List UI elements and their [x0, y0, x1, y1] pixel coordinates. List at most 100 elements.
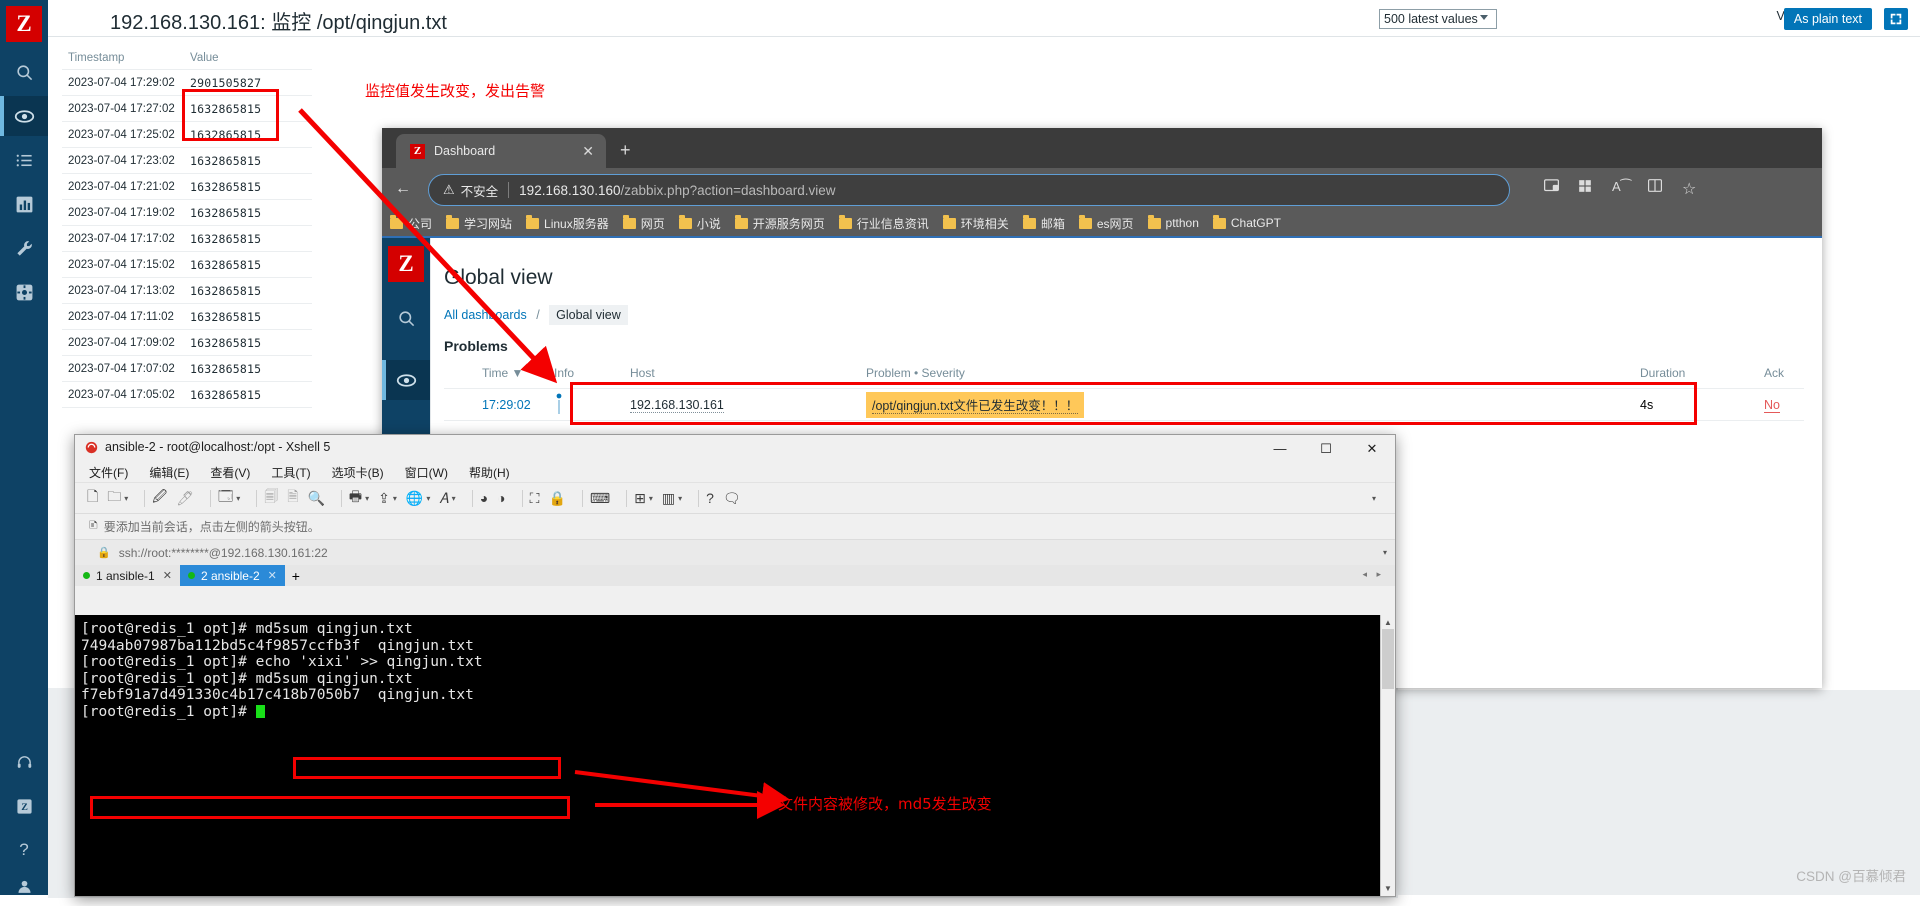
split-screen-icon[interactable] [1648, 179, 1662, 195]
breadcrumb-all-dashboards[interactable]: All dashboards [444, 308, 527, 322]
transfer-icon[interactable]: ⇪ [378, 490, 390, 507]
session-tab-ansible-1[interactable]: 1 ansible-1 ✕ [75, 565, 180, 586]
reports-chart-icon[interactable] [0, 184, 48, 224]
connection-url[interactable]: ssh://root:********@192.168.130.161:22 [119, 546, 328, 560]
bookmark-item[interactable]: ChatGPT [1212, 214, 1281, 230]
as-plain-text-button[interactable]: As plain text [1783, 8, 1872, 30]
zabbix-integrations-icon[interactable]: Z [0, 786, 48, 826]
administration-gear-icon[interactable] [0, 272, 48, 312]
configuration-wrench-icon[interactable] [0, 228, 48, 268]
table-row: 2023-07-04 17:21:02 1632865815 [62, 174, 312, 200]
browser-tab-dashboard[interactable]: Z Dashboard ✕ [396, 134, 606, 168]
tab-scroll-right-icon[interactable]: ▸ [1376, 569, 1381, 580]
problem-time[interactable]: 17:29:02 [444, 398, 554, 412]
dashboard-search-icon[interactable] [382, 298, 430, 338]
bookmark-item[interactable]: 小说 [678, 214, 721, 232]
scroll-up-icon[interactable]: ▲ [1384, 618, 1392, 627]
xagent-icon[interactable]: ◑ [497, 490, 505, 506]
security-warning[interactable]: ⚠ 不安全 [443, 181, 498, 200]
new-session-icon[interactable]: 🗋 [87, 486, 98, 510]
chevron-down-icon[interactable]: ▾ [124, 494, 128, 503]
menu-item[interactable]: 查看(V) [210, 464, 250, 481]
new-session-tab-button[interactable]: + [284, 565, 307, 586]
chevron-down-icon[interactable]: ▾ [678, 494, 682, 503]
connect-icon[interactable]: 🖉 [152, 486, 167, 510]
keyboard-icon[interactable]: ⌨ [590, 490, 610, 507]
bookmark-item[interactable]: es网页 [1078, 214, 1134, 232]
help-icon[interactable]: ? [706, 490, 714, 506]
lock-icon[interactable]: 🔒 [548, 490, 565, 507]
dashboard-zabbix-logo[interactable]: Z [388, 246, 424, 282]
menu-item[interactable]: 窗口(W) [405, 464, 448, 481]
bookmark-item[interactable]: 行业信息资讯 [838, 214, 929, 232]
session-tab-ansible-2[interactable]: 2 ansible-2 ✕ [179, 565, 285, 586]
terminal-output[interactable]: [root@redis_1 opt]# md5sum qingjun.txt 74… [75, 615, 1395, 896]
session-properties-icon[interactable]: 🗔 [218, 486, 233, 510]
read-aloud-icon[interactable]: A⁀ [1612, 179, 1631, 195]
bookmark-item[interactable]: 邮箱 [1022, 214, 1065, 232]
cast-icon[interactable] [1544, 179, 1559, 195]
menu-item[interactable]: 工具(T) [271, 464, 310, 481]
terminal-scrollbar[interactable]: ▲ ▼ [1380, 615, 1395, 896]
ack-link[interactable]: No [1764, 397, 1780, 413]
add-pane-icon[interactable]: ⊞ [634, 490, 646, 507]
scrollbar-thumb[interactable] [1382, 629, 1394, 689]
zabbix-logo[interactable]: Z [6, 6, 42, 42]
collections-icon[interactable] [1578, 179, 1592, 196]
chevron-down-icon[interactable]: ▾ [452, 494, 456, 503]
user-profile-icon[interactable] [0, 866, 48, 906]
bookmark-item[interactable]: 公司 [390, 214, 432, 232]
address-bar[interactable]: ⚠ 不安全 192.168.130.160/zabbix.php?action=… [428, 174, 1510, 206]
bookmark-item[interactable]: 开源服务网页 [734, 214, 825, 232]
menu-item[interactable]: 文件(F) [89, 464, 128, 481]
column-time[interactable]: Time ▼ [444, 366, 554, 380]
maximize-button[interactable]: ☐ [1303, 435, 1349, 462]
open-folder-icon[interactable]: 🗀 [107, 486, 121, 510]
bookmark-item[interactable]: ptthon [1147, 214, 1199, 230]
bookmark-label: 环境相关 [960, 216, 1009, 231]
close-tab-icon[interactable]: ✕ [582, 143, 594, 160]
problem-ack[interactable]: No [1764, 397, 1804, 413]
globe-icon[interactable]: 🌐 [406, 490, 423, 507]
fullscreen-icon[interactable]: ⛶ [530, 490, 540, 507]
menu-item[interactable]: 帮助(H) [469, 464, 510, 481]
new-tab-button[interactable]: + [620, 140, 631, 161]
bookmark-item[interactable]: Linux服务器 [526, 214, 609, 232]
print-icon[interactable]: 🖶 [349, 486, 362, 510]
add-session-icon[interactable]: 🗈 [89, 516, 98, 537]
chevron-down-icon[interactable]: ▾ [1383, 548, 1387, 557]
close-tab-icon[interactable]: ✕ [163, 569, 172, 582]
close-button[interactable]: ✕ [1349, 435, 1395, 462]
chevron-down-icon[interactable]: ▾ [236, 494, 240, 503]
breadcrumb: All dashboards / Global view [444, 305, 628, 325]
chevron-down-icon[interactable]: ▾ [649, 494, 653, 503]
chevron-down-icon[interactable] [1480, 15, 1488, 20]
bookmark-item[interactable]: 网页 [622, 214, 665, 232]
toolbar-overflow-icon[interactable]: ▾ [1372, 494, 1376, 503]
bookmark-item[interactable]: 环境相关 [942, 214, 1009, 232]
chevron-down-icon[interactable]: ▾ [365, 494, 369, 503]
search-icon[interactable] [0, 52, 48, 92]
close-tab-icon[interactable]: ✕ [268, 569, 277, 582]
scroll-down-icon[interactable]: ▼ [1384, 884, 1392, 893]
xftp-icon[interactable]: ◕ [480, 490, 488, 506]
back-icon[interactable]: ← [392, 178, 414, 200]
monitoring-eye-icon[interactable] [0, 96, 48, 136]
kiosk-mode-button[interactable] [1884, 8, 1908, 30]
inventory-list-icon[interactable] [0, 140, 48, 180]
layout-icon[interactable]: ▥ [662, 490, 675, 507]
chevron-down-icon[interactable]: ▾ [426, 494, 430, 503]
favorite-star-icon[interactable]: ☆ [1682, 179, 1696, 199]
support-headset-icon[interactable] [0, 742, 48, 782]
tab-scroll-left-icon[interactable]: ◂ [1362, 569, 1367, 580]
dashboard-monitoring-eye-icon[interactable] [382, 360, 430, 400]
menu-item[interactable]: 编辑(E) [149, 464, 189, 481]
find-icon[interactable]: 🔍 [307, 490, 324, 507]
bookmark-item[interactable]: 学习网站 [446, 214, 512, 232]
minimize-button[interactable]: — [1257, 435, 1303, 462]
feedback-icon[interactable]: 🗨 [723, 490, 741, 507]
help-icon[interactable]: ? [0, 830, 48, 870]
font-icon[interactable]: 𝐴 [439, 490, 448, 507]
menu-item[interactable]: 选项卡(B) [332, 464, 384, 481]
chevron-down-icon[interactable]: ▾ [393, 494, 397, 503]
